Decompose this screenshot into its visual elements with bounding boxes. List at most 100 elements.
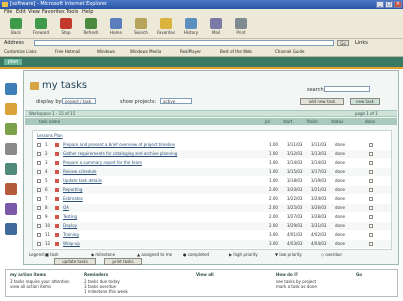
table-row[interactable]: 6 Reporting 2.00 3/20/03 3/21/03 done bbox=[33, 186, 391, 194]
links-label[interactable]: Links bbox=[355, 39, 368, 47]
row-done-checkbox[interactable] bbox=[369, 233, 373, 237]
toolbar-button-8[interactable]: Mail bbox=[204, 18, 228, 36]
link-hotmail[interactable]: Free Hotmail bbox=[55, 47, 80, 56]
filter2-select[interactable]: active bbox=[160, 98, 192, 104]
row-checkbox[interactable] bbox=[37, 224, 41, 228]
row-checkbox[interactable] bbox=[37, 170, 41, 174]
table-row[interactable]: 10 Deploy 2.00 3/29/03 3/31/03 done bbox=[33, 222, 391, 230]
menu-view[interactable]: View bbox=[28, 9, 40, 16]
toolbar-button-0[interactable]: Back bbox=[4, 18, 28, 36]
link-media[interactable]: Windows Media bbox=[130, 47, 161, 56]
menu-file[interactable]: File bbox=[4, 9, 12, 16]
table-row[interactable]: 12 Wrap-up 3.00 4/03/03 4/04/03 done bbox=[33, 240, 391, 248]
row-title[interactable]: Wrap-up bbox=[63, 240, 263, 248]
row-checkbox[interactable] bbox=[37, 161, 41, 165]
link-best[interactable]: Best of the Web bbox=[220, 47, 252, 56]
menu-tools[interactable]: Tools bbox=[66, 9, 78, 16]
toolbar-button-5[interactable]: Search bbox=[129, 18, 153, 36]
table-row[interactable]: 9 Testing 2.00 3/27/03 3/28/03 done bbox=[33, 213, 391, 221]
row-checkbox[interactable] bbox=[37, 215, 41, 219]
row-title[interactable]: Prepare a summary report for the team bbox=[63, 159, 263, 167]
toolbar-button-2[interactable]: Stop bbox=[54, 18, 78, 36]
row-title[interactable]: Reporting bbox=[63, 186, 263, 194]
row-title[interactable]: Testing bbox=[63, 213, 263, 221]
row-title[interactable]: Review schedule bbox=[63, 168, 263, 176]
table-row[interactable]: 4 Review schedule 1.00 3/15/03 3/17/03 done bbox=[33, 168, 391, 176]
toolbar-button-6[interactable]: Favorites bbox=[154, 18, 178, 36]
go-button[interactable]: Go bbox=[337, 40, 349, 46]
add-new-task-button[interactable]: add new task bbox=[300, 98, 344, 105]
link-windows[interactable]: Windows bbox=[97, 47, 115, 56]
panel-line[interactable]: mark a task as done bbox=[276, 284, 317, 289]
row-checkbox[interactable] bbox=[37, 206, 41, 210]
col-finish[interactable]: finish bbox=[307, 119, 318, 124]
row-checkbox[interactable] bbox=[37, 233, 41, 237]
people-icon[interactable] bbox=[5, 183, 17, 195]
row-title[interactable]: Training bbox=[63, 231, 263, 239]
menu-help[interactable]: Help bbox=[82, 9, 93, 16]
row-done-checkbox[interactable] bbox=[369, 170, 373, 174]
col-status[interactable]: status bbox=[331, 119, 343, 124]
maximize-button[interactable]: □ bbox=[385, 1, 393, 8]
col-done[interactable]: done bbox=[365, 119, 375, 124]
panel-line[interactable]: view all action items bbox=[10, 284, 51, 289]
discussion-icon[interactable] bbox=[5, 163, 17, 175]
col-start[interactable]: start bbox=[283, 119, 292, 124]
row-checkbox[interactable] bbox=[37, 143, 41, 147]
link-realplayer[interactable]: RealPlayer bbox=[180, 47, 201, 56]
table-row[interactable]: 5 Update task details 1.00 3/18/03 3/19/03 do… bbox=[33, 177, 391, 185]
print-tasks-button[interactable]: print tasks bbox=[104, 258, 142, 265]
row-checkbox[interactable] bbox=[37, 197, 41, 201]
row-title[interactable]: Estimates bbox=[63, 195, 263, 203]
minimize-button[interactable]: _ bbox=[376, 1, 384, 8]
list-group-header[interactable]: Lessons Plan bbox=[37, 133, 63, 138]
row-checkbox[interactable] bbox=[37, 152, 41, 156]
table-row[interactable]: 11 Training 3.00 4/01/03 4/02/03 done bbox=[33, 231, 391, 239]
calendar-icon[interactable] bbox=[5, 103, 17, 115]
table-row[interactable]: 7 Estimates 2.00 3/22/03 3/24/03 done bbox=[33, 195, 391, 203]
tasks-icon[interactable] bbox=[5, 123, 17, 135]
panel-title[interactable]: Go bbox=[356, 272, 362, 277]
row-title[interactable]: QA bbox=[63, 204, 263, 212]
pager-pages[interactable]: page 1 of 1 bbox=[355, 111, 378, 116]
row-done-checkbox[interactable] bbox=[369, 224, 373, 228]
row-done-checkbox[interactable] bbox=[369, 197, 373, 201]
table-row[interactable]: 3 Prepare a summary report for the team 1.… bbox=[33, 159, 391, 167]
col-task-name[interactable]: task name bbox=[39, 119, 60, 124]
link-channel[interactable]: Channel Guide bbox=[275, 47, 304, 56]
close-button[interactable]: × bbox=[394, 1, 402, 8]
row-checkbox[interactable] bbox=[37, 188, 41, 192]
toolbar-button-9[interactable]: Print bbox=[229, 18, 253, 36]
row-done-checkbox[interactable] bbox=[369, 206, 373, 210]
home-icon[interactable] bbox=[5, 83, 17, 95]
table-row[interactable]: 1 Prepare and present a brief overview of… bbox=[33, 141, 391, 149]
row-done-checkbox[interactable] bbox=[369, 161, 373, 165]
row-title[interactable]: Gather requirements for cataloging and a… bbox=[63, 150, 263, 158]
menu-favorites[interactable]: Favorites bbox=[42, 9, 65, 16]
row-done-checkbox[interactable] bbox=[369, 215, 373, 219]
toolbar-button-3[interactable]: Refresh bbox=[79, 18, 103, 36]
row-checkbox[interactable] bbox=[37, 179, 41, 183]
panel-line[interactable]: 1 milestone this week bbox=[84, 289, 128, 294]
toolbar-button-4[interactable]: Home bbox=[104, 18, 128, 36]
address-input[interactable] bbox=[34, 40, 334, 46]
toolbar-button-1[interactable]: Forward bbox=[29, 18, 53, 36]
search-input[interactable] bbox=[324, 86, 370, 92]
row-done-checkbox[interactable] bbox=[369, 143, 373, 147]
row-title[interactable]: Deploy bbox=[63, 222, 263, 230]
reports-icon[interactable] bbox=[5, 203, 17, 215]
col-pri[interactable]: pri bbox=[265, 119, 270, 124]
toolbar-button-7[interactable]: History bbox=[179, 18, 203, 36]
document-icon[interactable] bbox=[5, 143, 17, 155]
filter1-select[interactable]: project / task bbox=[62, 98, 96, 104]
row-done-checkbox[interactable] bbox=[369, 188, 373, 192]
portal-logo[interactable]: plan bbox=[4, 59, 22, 65]
update-tasks-button[interactable]: update tasks bbox=[54, 258, 96, 265]
table-row[interactable]: 2 Gather requirements for cataloging and … bbox=[33, 150, 391, 158]
table-row[interactable]: 8 QA 2.00 3/25/03 3/26/03 done bbox=[33, 204, 391, 212]
search-icon[interactable] bbox=[5, 223, 17, 235]
link-customize[interactable]: Customize Links bbox=[4, 47, 37, 56]
row-done-checkbox[interactable] bbox=[369, 152, 373, 156]
row-done-checkbox[interactable] bbox=[369, 242, 373, 246]
panel-title[interactable]: View all bbox=[196, 272, 214, 277]
